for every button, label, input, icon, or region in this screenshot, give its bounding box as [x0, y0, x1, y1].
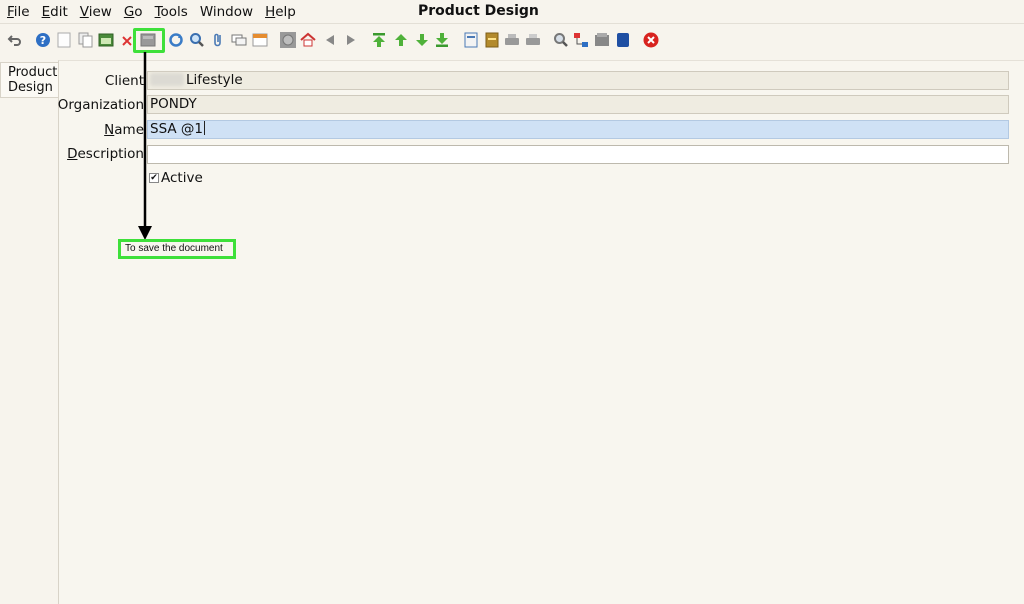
archive-icon[interactable]: [98, 32, 114, 48]
product-info-icon[interactable]: [594, 32, 610, 48]
copy-icon[interactable]: [78, 32, 94, 48]
description-label: Description: [67, 146, 144, 162]
attachment-icon[interactable]: [210, 32, 226, 48]
window-title: Product Design: [418, 3, 539, 19]
svg-text:?: ?: [40, 34, 46, 47]
menu-help[interactable]: Help: [260, 4, 301, 20]
calendar-icon[interactable]: [252, 32, 268, 48]
history-icon[interactable]: [280, 32, 296, 48]
help-icon[interactable]: ?: [35, 32, 51, 48]
chat-icon[interactable]: [231, 32, 247, 48]
new-icon[interactable]: [56, 32, 72, 48]
menu-go[interactable]: Go: [119, 4, 148, 20]
menu-window[interactable]: Window: [195, 4, 258, 20]
organization-field: PONDY: [147, 95, 1009, 114]
previous-record-icon[interactable]: [393, 32, 409, 48]
last-record-icon[interactable]: [434, 32, 450, 48]
find-icon[interactable]: [189, 32, 205, 48]
archive-doc-icon[interactable]: [484, 32, 500, 48]
print-icon[interactable]: [504, 32, 520, 48]
menu-view[interactable]: View: [75, 4, 117, 20]
forward-icon[interactable]: [343, 32, 359, 48]
first-record-icon[interactable]: [371, 32, 387, 48]
description-input[interactable]: [147, 145, 1009, 164]
workflow-icon[interactable]: [573, 32, 589, 48]
report-icon[interactable]: [463, 32, 479, 48]
zoom-across-icon[interactable]: [553, 32, 569, 48]
active-label: Active: [161, 170, 203, 186]
name-input[interactable]: SSA @1: [147, 120, 1009, 139]
menu-edit[interactable]: Edit: [37, 4, 73, 20]
next-record-icon[interactable]: [414, 32, 430, 48]
back-icon[interactable]: [322, 32, 338, 48]
undo-icon[interactable]: [7, 32, 23, 48]
client-field: Lifestyle: [147, 71, 1009, 90]
menu-file[interactable]: File: [2, 4, 35, 20]
client-label: Client: [104, 73, 144, 89]
close-window-icon[interactable]: [643, 32, 659, 48]
home-icon[interactable]: [300, 32, 316, 48]
organization-label: Organization: [57, 97, 144, 113]
name-label: Name: [104, 122, 144, 138]
print-preview-icon[interactable]: [525, 32, 541, 48]
menu-tools[interactable]: Tools: [150, 4, 193, 20]
text-caret: [204, 121, 206, 135]
annotation-callout: To save the document: [118, 239, 236, 259]
annotation-arrow: [138, 52, 152, 240]
refresh-icon[interactable]: [168, 32, 184, 48]
lock-icon[interactable]: [615, 32, 631, 48]
form-panel: [58, 60, 1024, 604]
